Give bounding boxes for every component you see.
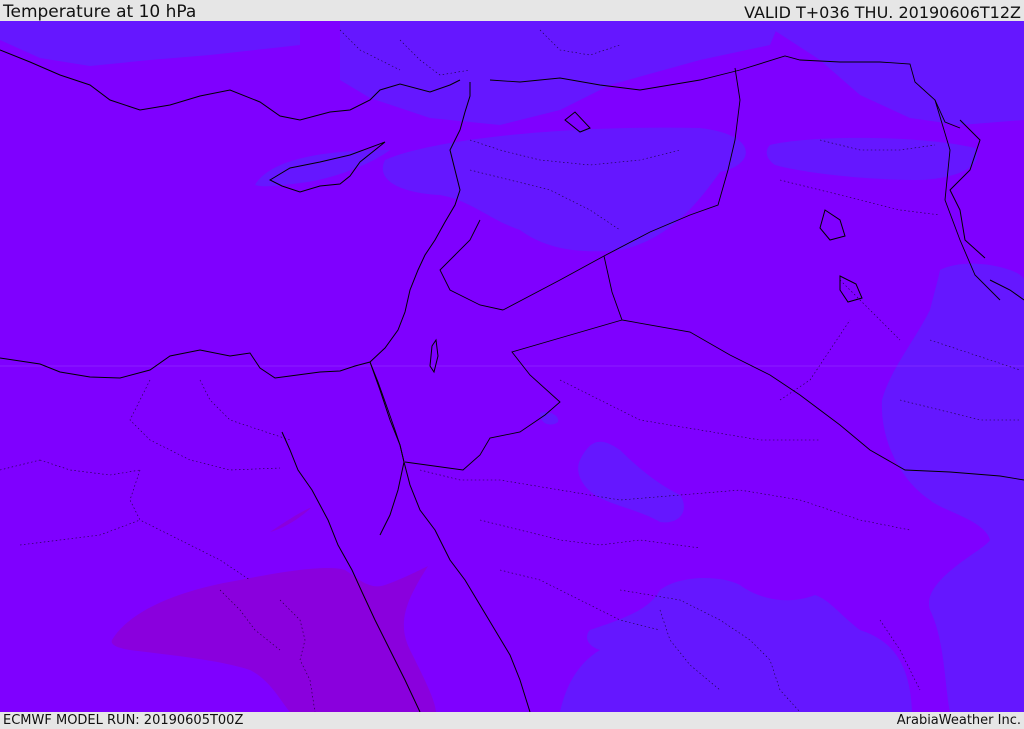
map-title: Temperature at 10 hPa	[3, 2, 197, 22]
footer-bar: ECMWF MODEL RUN: 20190605T00Z ArabiaWeat…	[0, 712, 1024, 729]
temperature-map	[0, 21, 1024, 712]
model-run-label: ECMWF MODEL RUN: 20190605T00Z	[3, 713, 244, 728]
header-bar: Temperature at 10 hPa VALID T+036 THU. 2…	[0, 0, 1024, 22]
valid-time-label: VALID T+036 THU. 20190606T12Z	[744, 3, 1021, 22]
brand-label: ArabiaWeather Inc.	[896, 713, 1021, 728]
